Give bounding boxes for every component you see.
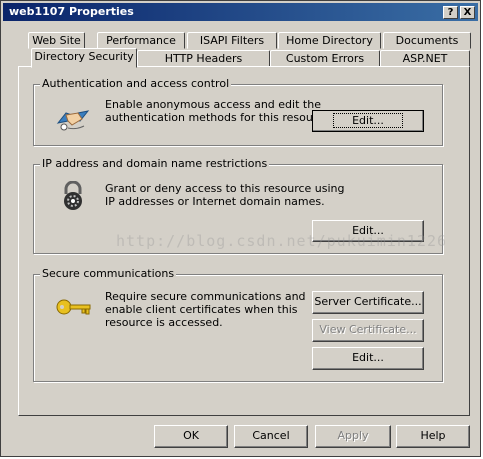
tab-documents[interactable]: Documents (383, 32, 471, 49)
apply-button[interactable]: Apply (315, 425, 391, 448)
tab-http-headers[interactable]: HTTP Headers (137, 50, 270, 67)
handshake-icon (56, 110, 90, 131)
cancel-button[interactable]: Cancel (234, 425, 308, 448)
tab-performance[interactable]: Performance (97, 32, 185, 49)
tab-isapi-filters[interactable]: ISAPI Filters (187, 32, 277, 49)
secure-edit-button[interactable]: Edit... (312, 347, 424, 370)
auth-edit-button[interactable]: Edit... (312, 110, 424, 132)
auth-description: Enable anonymous access and edit the aut… (105, 98, 334, 124)
help-button[interactable]: Help (396, 425, 470, 448)
close-button[interactable]: X (460, 6, 475, 19)
tab-custom-errors[interactable]: Custom Errors (270, 50, 380, 67)
tab-directory-security[interactable]: Directory Security (31, 48, 137, 68)
ip-legend: IP address and domain name restrictions (40, 157, 270, 171)
window-title: web1107 Properties (9, 5, 134, 18)
ip-description: Grant or deny access to this resource us… (105, 182, 345, 208)
title-bar: web1107 Properties ? X (3, 3, 478, 21)
view-certificate-button[interactable]: View Certificate... (312, 319, 424, 342)
auth-edit-label: Edit... (333, 113, 403, 128)
secure-legend: Secure communications (40, 267, 177, 281)
tab-home-directory[interactable]: Home Directory (278, 32, 381, 49)
watermark: http://blog.csdn.net/pukuimin1226 (116, 232, 448, 250)
secure-description: Require secure communications and enable… (105, 290, 306, 329)
ok-button[interactable]: OK (154, 425, 228, 448)
tab-asp-net[interactable]: ASP.NET (380, 50, 470, 67)
help-title-button[interactable]: ? (443, 6, 458, 19)
key-icon (56, 299, 91, 315)
tab-web-site[interactable]: Web Site (28, 32, 85, 49)
server-certificate-button[interactable]: Server Certificate... (312, 291, 424, 314)
auth-legend: Authentication and access control (40, 77, 232, 91)
properties-dialog: web1107 Properties ? X Web Site Performa… (0, 0, 481, 457)
padlock-icon (64, 181, 82, 210)
